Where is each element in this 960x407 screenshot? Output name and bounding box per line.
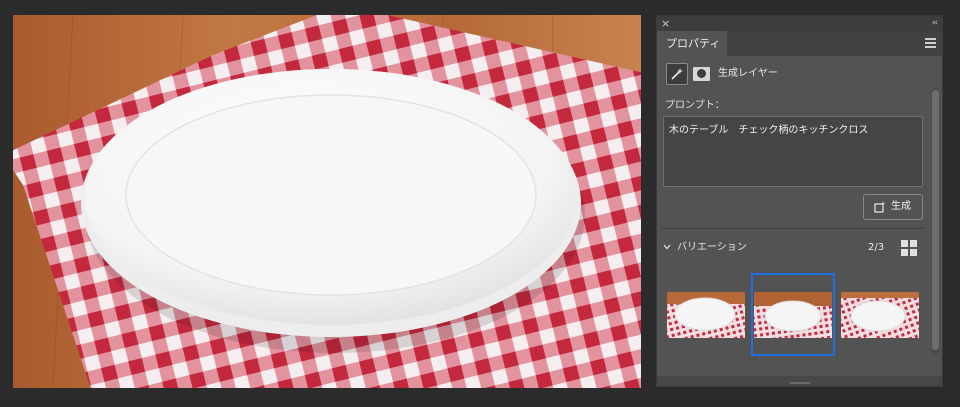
tab-properties[interactable]: プロパティ xyxy=(657,31,727,56)
variation-thumbnail-3[interactable] xyxy=(841,292,919,338)
chevron-down-icon[interactable] xyxy=(663,243,671,251)
close-icon[interactable]: × xyxy=(661,16,670,31)
panel-footer xyxy=(657,376,942,386)
layer-type-row: 生成レイヤー xyxy=(666,63,932,85)
prompt-label: プロンプト： xyxy=(665,100,725,111)
variation-thumbnail-1[interactable] xyxy=(667,292,745,338)
variations-label: バリエーション xyxy=(677,242,747,253)
canvas-image xyxy=(13,15,641,388)
variations-count: 2/3 xyxy=(868,242,885,253)
document-canvas[interactable] xyxy=(13,15,641,388)
mask-icon[interactable] xyxy=(693,67,710,81)
panel-tab-bar: プロパティ xyxy=(657,31,942,56)
layer-type-label: 生成レイヤー xyxy=(718,68,778,79)
section-divider xyxy=(662,228,924,229)
generate-icon xyxy=(874,201,885,213)
scrollbar-thumb[interactable] xyxy=(932,90,939,350)
generate-button-label: 生成 xyxy=(891,201,911,212)
prompt-input[interactable]: 木のテーブル チェック柄のキッチンクロス xyxy=(663,116,923,187)
resize-grip[interactable] xyxy=(790,382,810,384)
generate-button[interactable]: 生成 xyxy=(863,194,923,220)
grid-view-icon[interactable] xyxy=(901,240,917,256)
hamburger-icon[interactable] xyxy=(925,38,936,48)
magic-wand-icon[interactable] xyxy=(666,63,688,85)
selected-variation-outline xyxy=(751,273,835,356)
properties-panel: × ‹‹ プロパティ 生成レイヤー プロンプト： 木のテーブル チェック柄のキッ… xyxy=(656,15,943,387)
panel-title-bar: × ‹‹ xyxy=(657,16,942,31)
collapse-icon[interactable]: ‹‹ xyxy=(932,16,938,31)
variations-header[interactable]: バリエーション 2/3 xyxy=(663,240,923,260)
